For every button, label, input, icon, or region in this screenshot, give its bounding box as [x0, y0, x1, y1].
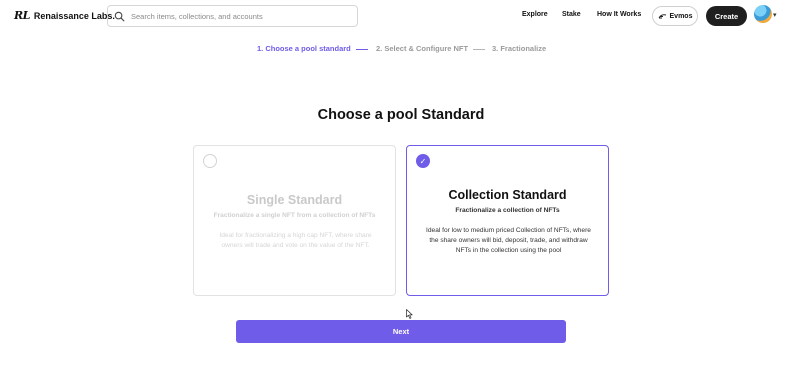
chevron-down-icon[interactable]: ▾: [773, 11, 777, 19]
card-title: Single Standard: [246, 193, 343, 207]
step-choose-pool-standard: 1. Choose a pool standard: [257, 44, 351, 53]
create-button[interactable]: Create: [706, 6, 747, 26]
single-standard-card[interactable]: Single Standard Fractionalize a single N…: [193, 145, 396, 296]
step-fractionalize: 3. Fractionalize: [492, 44, 547, 53]
card-description: Ideal for fractionalizing a high cap NFT…: [219, 232, 372, 249]
nav-how-it-works[interactable]: How It Works: [597, 11, 641, 18]
card-subtitle: Fractionalize a single NFT from a collec…: [213, 212, 376, 219]
network-label: Evmos: [669, 12, 693, 20]
network-icon: [658, 13, 666, 18]
radio-unselected[interactable]: [203, 154, 217, 168]
card-description: Ideal for low to medium priced Collectio…: [426, 227, 591, 254]
search-input[interactable]: [131, 11, 351, 21]
avatar[interactable]: [754, 5, 772, 23]
network-button[interactable]: Evmos: [652, 6, 698, 26]
check-icon[interactable]: ✓: [416, 154, 430, 168]
logo-text: Renaissance Labs.: [33, 10, 115, 21]
logo[interactable]: RL Renaissance Labs.: [14, 9, 115, 22]
stepper: 1. Choose a pool standard 2. Select & Co…: [0, 43, 802, 55]
search-icon: [114, 11, 125, 21]
card-subtitle: Fractionalize a collection of NFTs: [455, 207, 560, 214]
top-navbar: RL Renaissance Labs. Explore Stake How I…: [0, 0, 802, 32]
step-divider: [473, 49, 485, 50]
card-title: Collection Standard: [448, 188, 567, 202]
page-title: Choose a pool Standard: [317, 107, 485, 123]
nav-explore[interactable]: Explore: [522, 11, 548, 18]
search-bar[interactable]: [107, 5, 358, 27]
next-button[interactable]: Next: [236, 320, 566, 343]
nav-stake[interactable]: Stake: [562, 11, 581, 18]
mouse-cursor-icon: [406, 309, 413, 319]
step-select-configure-nft: 2. Select & Configure NFT: [376, 44, 469, 53]
step-divider: [356, 49, 368, 50]
logo-mark: RL: [14, 9, 30, 22]
collection-standard-card[interactable]: ✓ Collection Standard Fractionalize a co…: [406, 145, 609, 296]
